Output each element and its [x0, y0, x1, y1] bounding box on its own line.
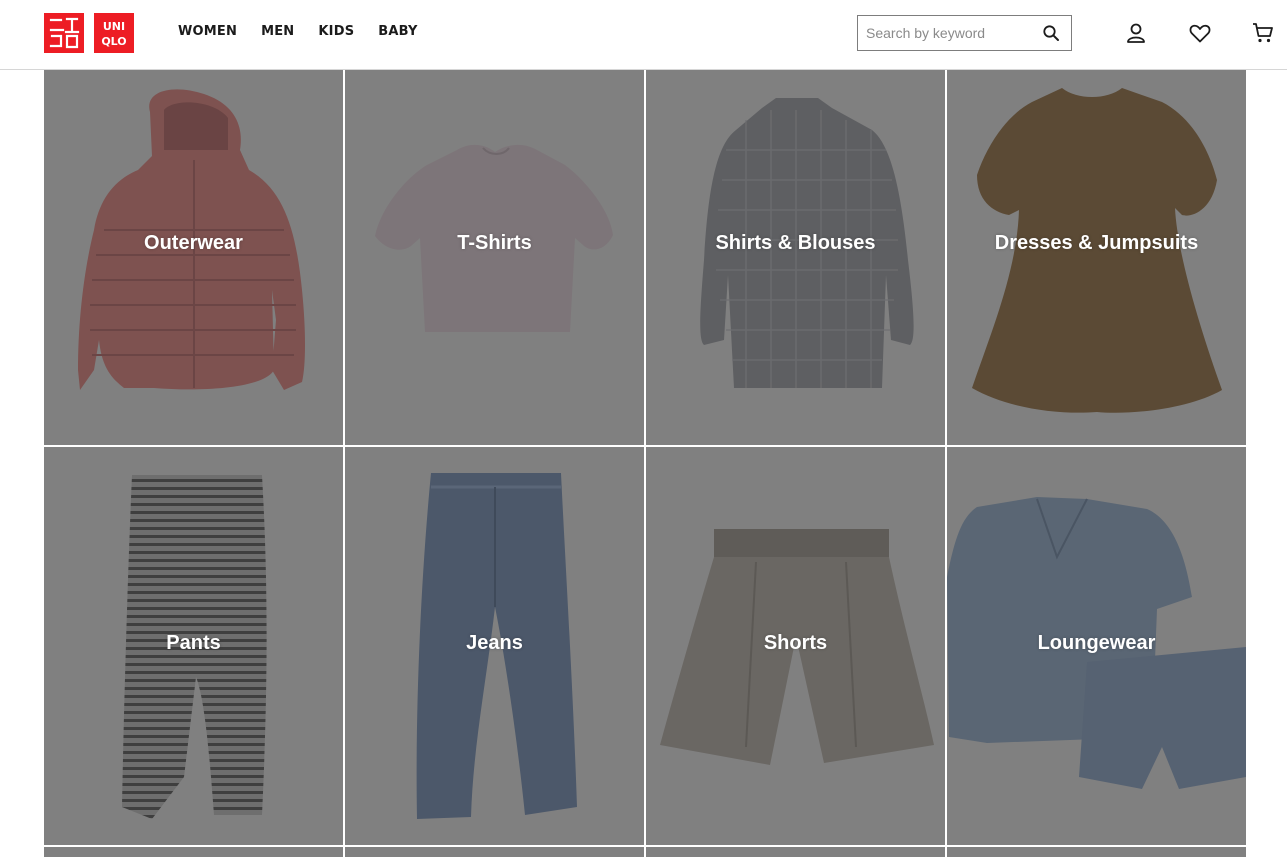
grey-plaid-shirt-image — [700, 98, 914, 388]
logo-line-1: UNI — [103, 20, 125, 33]
category-tile-shorts[interactable]: Shorts — [646, 447, 945, 845]
category-label: Outerwear — [144, 232, 243, 254]
logo-latin-graphic: UNI QLO — [101, 20, 126, 48]
site-header: UNI QLO WOMEN MEN KIDS BABY — [0, 0, 1287, 70]
category-label: Jeans — [466, 632, 523, 654]
cart-icon[interactable] — [1251, 21, 1275, 45]
category-tile-loungewear[interactable]: Loungewear — [947, 447, 1246, 845]
category-label: Dresses & Jumpsuits — [994, 232, 1199, 254]
nav-women[interactable]: WOMEN — [178, 24, 237, 39]
mauve-puff-sleeve-top-image — [375, 144, 613, 332]
category-tile-dresses-jumpsuits[interactable]: Dresses & Jumpsuits — [947, 70, 1246, 445]
category-label: Loungewear — [1037, 632, 1156, 654]
logo-katakana-graphic — [49, 17, 80, 49]
category-tile-t-shirts[interactable]: T-Shirts — [345, 70, 644, 445]
category-tile-jeans[interactable]: Jeans — [345, 447, 644, 845]
search-box — [857, 15, 1072, 51]
category-tile-shirts-blouses[interactable]: Shirts & Blouses — [646, 70, 945, 445]
category-label: Pants — [166, 632, 221, 654]
category-label: T-Shirts — [457, 232, 532, 254]
search-input[interactable] — [866, 23, 1036, 43]
red-puffer-jacket-image — [78, 89, 305, 390]
category-label: Shorts — [763, 632, 828, 654]
brand-logo-latin[interactable]: UNI QLO — [94, 13, 134, 53]
main-nav: WOMEN MEN KIDS BABY — [178, 24, 442, 39]
nav-men[interactable]: MEN — [261, 24, 294, 39]
nav-kids[interactable]: KIDS — [318, 24, 354, 39]
category-label: Shirts & Blouses — [715, 232, 876, 254]
heart-icon[interactable] — [1188, 21, 1212, 45]
brand-logo-katakana[interactable] — [44, 13, 84, 53]
logo-line-2: QLO — [101, 35, 126, 48]
category-tile-pants[interactable]: Pants — [44, 447, 343, 845]
search-icon[interactable] — [1042, 24, 1060, 42]
nav-baby[interactable]: BABY — [378, 24, 417, 39]
brown-dress-image — [972, 88, 1222, 413]
account-icon[interactable] — [1124, 21, 1148, 45]
category-tile-outerwear[interactable]: Outerwear — [44, 70, 343, 445]
